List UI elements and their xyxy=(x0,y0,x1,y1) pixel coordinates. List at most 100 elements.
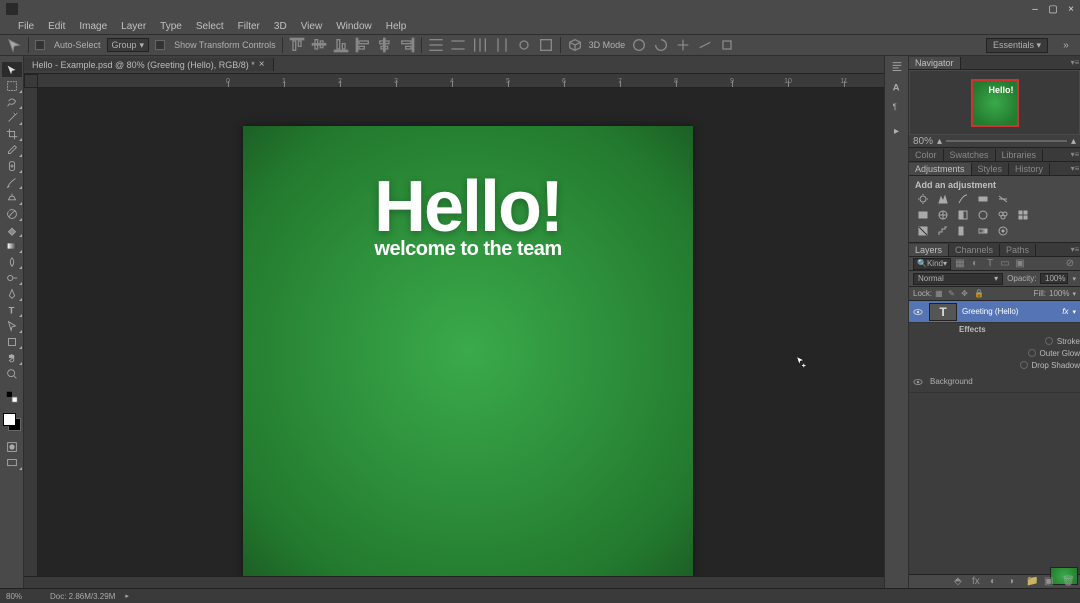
color-lookup-adj-icon[interactable] xyxy=(1015,208,1031,222)
filter-shape-icon[interactable]: ▭ xyxy=(999,258,1011,270)
layers-flyout-icon[interactable]: ▾≡ xyxy=(1070,245,1080,254)
collapse-panels-icon[interactable]: » xyxy=(1058,37,1074,53)
lock-position-icon[interactable]: ✥ xyxy=(961,289,971,299)
effect-visibility-icon[interactable] xyxy=(1028,349,1036,357)
fill-value[interactable]: 100% xyxy=(1049,289,1069,298)
curves-adj-icon[interactable] xyxy=(955,192,971,206)
status-zoom[interactable]: 80% xyxy=(6,592,40,601)
status-doc-size[interactable]: Doc: 2.86M/3.29M xyxy=(50,592,115,601)
lasso-tool[interactable] xyxy=(2,94,22,109)
restore-button[interactable]: ▢ xyxy=(1044,2,1062,16)
history-tab[interactable]: History xyxy=(1009,163,1050,175)
document-tab[interactable]: Hello - Example.psd @ 80% (Greeting (Hel… xyxy=(24,58,274,71)
exposure-adj-icon[interactable] xyxy=(975,192,991,206)
levels-adj-icon[interactable] xyxy=(935,192,951,206)
3d-drag-icon[interactable] xyxy=(675,37,691,53)
effect-visibility-icon[interactable] xyxy=(1020,361,1028,369)
horizontal-ruler[interactable]: 012345678910111213 xyxy=(38,74,884,88)
selective-color-adj-icon[interactable] xyxy=(995,224,1011,238)
bw-adj-icon[interactable] xyxy=(955,208,971,222)
zoom-tool[interactable] xyxy=(2,366,22,381)
layer-filter-kind-dropdown[interactable]: 🔍Kind▾ xyxy=(913,258,951,270)
screen-mode-tool[interactable] xyxy=(2,455,22,470)
clone-stamp-tool[interactable] xyxy=(2,190,22,205)
paragraph-styles-panel-icon[interactable]: ¶ xyxy=(887,100,907,114)
menu-select[interactable]: Select xyxy=(196,21,224,32)
align-left-icon[interactable] xyxy=(355,37,371,53)
threshold-adj-icon[interactable] xyxy=(955,224,971,238)
distribute-top-icon[interactable] xyxy=(428,37,444,53)
minimize-button[interactable]: – xyxy=(1026,2,1044,16)
color-swatch[interactable] xyxy=(3,413,21,431)
zoom-in-icon[interactable]: ▴ xyxy=(1071,136,1076,147)
link-layers-icon[interactable]: ⬘ xyxy=(954,576,966,588)
distribute-vcenter-icon[interactable] xyxy=(450,37,466,53)
blur-tool[interactable] xyxy=(2,254,22,269)
3d-roll-icon[interactable] xyxy=(653,37,669,53)
filter-smart-icon[interactable]: ▣ xyxy=(1014,258,1026,270)
styles-tab[interactable]: Styles xyxy=(972,163,1010,175)
layer-fx-icon[interactable]: fx xyxy=(972,576,984,588)
menu-image[interactable]: Image xyxy=(79,21,107,32)
layer-name-greeting[interactable]: Greeting (Hello) xyxy=(959,307,1062,316)
align-bottom-icon[interactable] xyxy=(333,37,349,53)
auto-select-checkbox[interactable] xyxy=(35,40,45,50)
3d-scale-icon[interactable] xyxy=(719,37,735,53)
hue-adj-icon[interactable] xyxy=(915,208,931,222)
distribute-left-icon[interactable] xyxy=(494,37,510,53)
align-hcenter-icon[interactable] xyxy=(377,37,393,53)
new-group-icon[interactable]: 📁 xyxy=(1026,576,1038,588)
vertical-ruler[interactable] xyxy=(24,88,38,576)
effect-visibility-icon[interactable] xyxy=(1045,337,1053,345)
layer-visibility-icon[interactable] xyxy=(909,377,927,387)
paragraph-panel-icon[interactable] xyxy=(887,60,907,74)
layer-effects-header[interactable]: Effects xyxy=(909,323,1080,335)
move-tool[interactable] xyxy=(2,62,22,77)
color-balance-adj-icon[interactable] xyxy=(935,208,951,222)
opacity-value[interactable]: 100% xyxy=(1040,273,1068,284)
distribute-bottom-icon[interactable] xyxy=(472,37,488,53)
menu-filter[interactable]: Filter xyxy=(238,21,260,32)
menu-window[interactable]: Window xyxy=(336,21,372,32)
vibrance-adj-icon[interactable] xyxy=(995,192,1011,206)
close-window-button[interactable]: × xyxy=(1062,2,1080,16)
expand-panels-icon[interactable]: ▸ xyxy=(887,126,907,137)
menu-file[interactable]: File xyxy=(18,21,34,32)
menu-layer[interactable]: Layer xyxy=(121,21,146,32)
filter-type-icon[interactable]: T xyxy=(984,258,996,270)
layer-name-background[interactable]: Background xyxy=(927,377,1080,386)
channel-mixer-adj-icon[interactable] xyxy=(995,208,1011,222)
filter-adjustment-icon[interactable]: ◐ xyxy=(969,258,981,270)
layer-effect-stroke[interactable]: Stroke xyxy=(909,335,1080,347)
brush-tool[interactable] xyxy=(2,174,22,189)
delete-layer-icon[interactable]: 🗑 xyxy=(1062,576,1074,588)
new-adjustment-layer-icon[interactable]: ◑ xyxy=(1008,576,1020,588)
channels-tab[interactable]: Channels xyxy=(949,244,1000,256)
character-panel-icon[interactable]: A xyxy=(887,80,907,94)
3d-rotate-icon[interactable] xyxy=(631,37,647,53)
adjustments-flyout-icon[interactable]: ▾≡ xyxy=(1070,164,1080,173)
swatches-tab[interactable]: Swatches xyxy=(944,149,996,161)
hand-tool[interactable] xyxy=(2,350,22,365)
menu-3d[interactable]: 3D xyxy=(274,21,287,32)
filter-toggle-switch[interactable]: ⊘ xyxy=(1064,258,1076,270)
layer-effect-drop-shadow[interactable]: Drop Shadow xyxy=(909,359,1080,371)
show-transform-checkbox[interactable] xyxy=(155,40,165,50)
eyedropper-tool[interactable] xyxy=(2,142,22,157)
workspace-switcher[interactable]: Essentials ▾ xyxy=(986,38,1048,53)
libraries-tab[interactable]: Libraries xyxy=(996,149,1044,161)
close-tab-icon[interactable]: × xyxy=(259,59,265,70)
photo-filter-adj-icon[interactable] xyxy=(975,208,991,222)
path-select-tool[interactable] xyxy=(2,318,22,333)
layer-effect-outer-glow[interactable]: Outer Glow xyxy=(909,347,1080,359)
shape-tool[interactable] xyxy=(2,334,22,349)
distribute-hcenter-icon[interactable] xyxy=(516,37,532,53)
color-tab[interactable]: Color xyxy=(909,149,944,161)
align-vcenter-icon[interactable] xyxy=(311,37,327,53)
lock-transparency-icon[interactable]: ▦ xyxy=(935,289,945,299)
status-flyout-icon[interactable]: ▸ xyxy=(125,592,129,600)
cube-3d-icon[interactable] xyxy=(567,37,583,53)
new-layer-icon[interactable]: ▣ xyxy=(1044,576,1056,588)
default-colors-icon[interactable] xyxy=(2,389,22,404)
history-brush-tool[interactable] xyxy=(2,206,22,221)
